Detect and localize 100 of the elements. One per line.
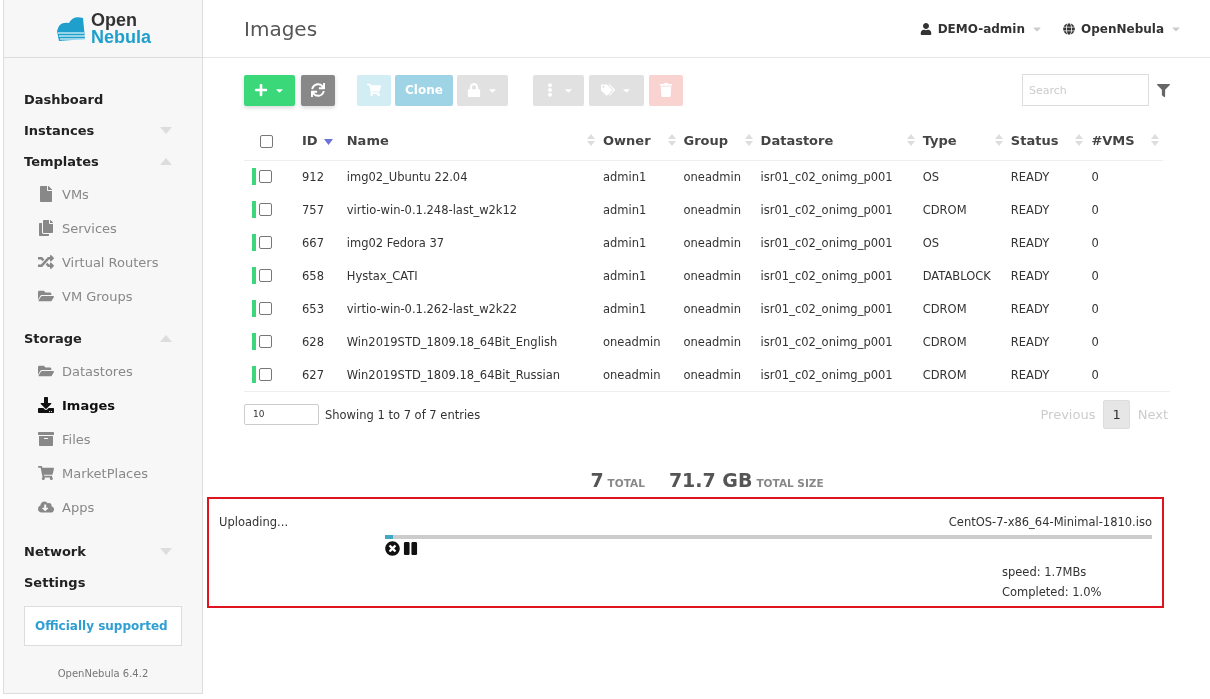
table-cell-text: CDROM — [921, 366, 968, 384]
column-header[interactable]: Datastore — [756, 122, 919, 160]
checkbox[interactable] — [260, 135, 273, 149]
page-size-select[interactable]: 10 — [244, 404, 319, 425]
table-cell-text: 667 — [301, 234, 325, 252]
sidebar-item[interactable]: Templates — [24, 146, 202, 177]
table-cell-text: 0 — [1090, 234, 1100, 252]
sidebar-item[interactable]: Instances — [24, 115, 202, 146]
cart-icon — [367, 83, 381, 97]
trash-icon — [658, 83, 673, 97]
total-value: 71.7 GB — [668, 469, 753, 491]
sort-icon — [906, 133, 915, 148]
zone-menu[interactable]: OpenNebula — [1063, 21, 1182, 36]
table-cell-text: 627 — [301, 366, 325, 384]
table-cell-text: isr01_c02_onimg_p001 — [759, 234, 894, 252]
table-cell-text: img02 Fedora 37 — [345, 234, 446, 252]
table-cell-text: admin1 — [602, 234, 648, 252]
table-cell-text: isr01_c02_onimg_p001 — [759, 366, 894, 384]
version-text: OpenNebula 6.4.2 — [56, 668, 150, 679]
total-label: TOTAL SIZE — [756, 477, 824, 489]
table-cell-text: isr01_c02_onimg_p001 — [759, 300, 894, 318]
table-cell-text: virtio-win-0.1.248-last_w2k12 — [345, 201, 519, 219]
table-cell-text: Win2019STD_1809.18_64Bit_English — [345, 333, 559, 351]
item-icon — [38, 288, 54, 304]
table-cell-text: 0 — [1090, 333, 1100, 351]
table-cell-text: CDROM — [921, 333, 968, 351]
table-cell: admin1 — [599, 160, 680, 193]
column-header[interactable]: #VMS — [1087, 122, 1163, 160]
table-cell-text: oneadmin — [682, 201, 742, 219]
checkbox[interactable] — [259, 368, 272, 381]
sort-desc-icon — [323, 138, 333, 145]
table-cell-text: virtio-win-0.1.262-last_w2k22 — [345, 300, 519, 318]
page-title: Images — [244, 16, 319, 41]
sidebar-item[interactable]: Settings — [24, 567, 202, 598]
table-cell-text: oneadmin — [682, 300, 742, 318]
total-value: 7 — [590, 469, 604, 491]
table-cell-text: admin1 — [602, 201, 648, 219]
table-cell-text: 0 — [1090, 300, 1100, 318]
table-cell-text: OS — [921, 234, 941, 252]
filter-icon[interactable] — [1157, 83, 1170, 97]
item-icon — [38, 220, 54, 236]
table-cell-text: oneadmin — [682, 234, 742, 252]
checkbox[interactable] — [259, 236, 272, 249]
table-cell-text: READY — [1009, 201, 1051, 219]
table-cell-text: READY — [1009, 267, 1051, 285]
sidebar-item[interactable]: Storage — [24, 323, 202, 354]
table-cell-text: isr01_c02_onimg_p001 — [759, 201, 894, 219]
caret-down-icon — [160, 127, 172, 134]
item-icon — [38, 186, 54, 202]
tags-icon — [600, 83, 615, 97]
column-header[interactable]: Status — [1006, 122, 1088, 160]
table-cell: oneadmin — [679, 160, 757, 193]
table-cell-text: Win2019STD_1809.18_64Bit_Russian — [345, 366, 562, 384]
item-icon — [38, 431, 54, 447]
column-header[interactable]: Name — [342, 122, 599, 160]
column-header[interactable]: ID — [298, 122, 343, 160]
checkbox[interactable] — [259, 170, 272, 184]
table-cell-text: oneadmin — [602, 366, 662, 384]
table-cell-text: 658 — [301, 267, 325, 285]
checkbox[interactable] — [259, 302, 272, 315]
item-icon — [38, 499, 54, 515]
sidebar-item[interactable]: Network — [24, 536, 202, 567]
table-cell-text: admin1 — [602, 267, 648, 285]
globe-icon — [1063, 22, 1075, 35]
table-cell-text: 653 — [301, 300, 325, 318]
lock-icon — [466, 83, 481, 97]
item-icon — [38, 363, 54, 379]
table-cell-text: READY — [1009, 333, 1051, 351]
page-button[interactable]: 1 — [1103, 400, 1130, 429]
checkbox[interactable] — [259, 335, 272, 348]
refresh-button[interactable] — [301, 74, 335, 106]
table-cell-text: isr01_c02_onimg_p001 — [759, 267, 894, 285]
logo-text: Open — [91, 11, 138, 29]
table-cell-text: oneadmin — [682, 267, 742, 285]
sidebar-subitem[interactable]: Images — [24, 388, 202, 422]
column-header[interactable]: Type — [918, 122, 1007, 160]
sort-icon — [1075, 133, 1084, 148]
table-cell-text: oneadmin — [682, 333, 742, 351]
item-icon — [38, 254, 54, 270]
sidebar-item[interactable]: Dashboard — [24, 84, 202, 115]
cloud-logo-icon — [55, 14, 87, 43]
table-cell: 0 — [1087, 160, 1163, 193]
pause-icon[interactable] — [403, 541, 418, 556]
item-icon — [38, 397, 54, 413]
checkbox[interactable] — [259, 203, 272, 216]
table-cell-text: 0 — [1090, 267, 1100, 285]
total-label: TOTAL — [607, 477, 645, 489]
table-cell-text: oneadmin — [682, 366, 742, 384]
table-cell-text: 757 — [301, 201, 325, 219]
caret-up-icon — [160, 158, 172, 165]
table-cell-text: READY — [1009, 366, 1051, 384]
column-header[interactable]: Owner — [599, 122, 680, 160]
sort-icon — [587, 133, 595, 148]
user-menu[interactable]: DEMO-admin — [919, 21, 1043, 36]
column-header[interactable]: Group — [679, 122, 757, 160]
table-cell: OS — [918, 160, 1007, 193]
table-cell-text: DATABLOCK — [921, 267, 992, 285]
cancel-icon[interactable] — [385, 541, 400, 556]
checkbox[interactable] — [259, 269, 272, 282]
sort-icon — [744, 133, 753, 148]
